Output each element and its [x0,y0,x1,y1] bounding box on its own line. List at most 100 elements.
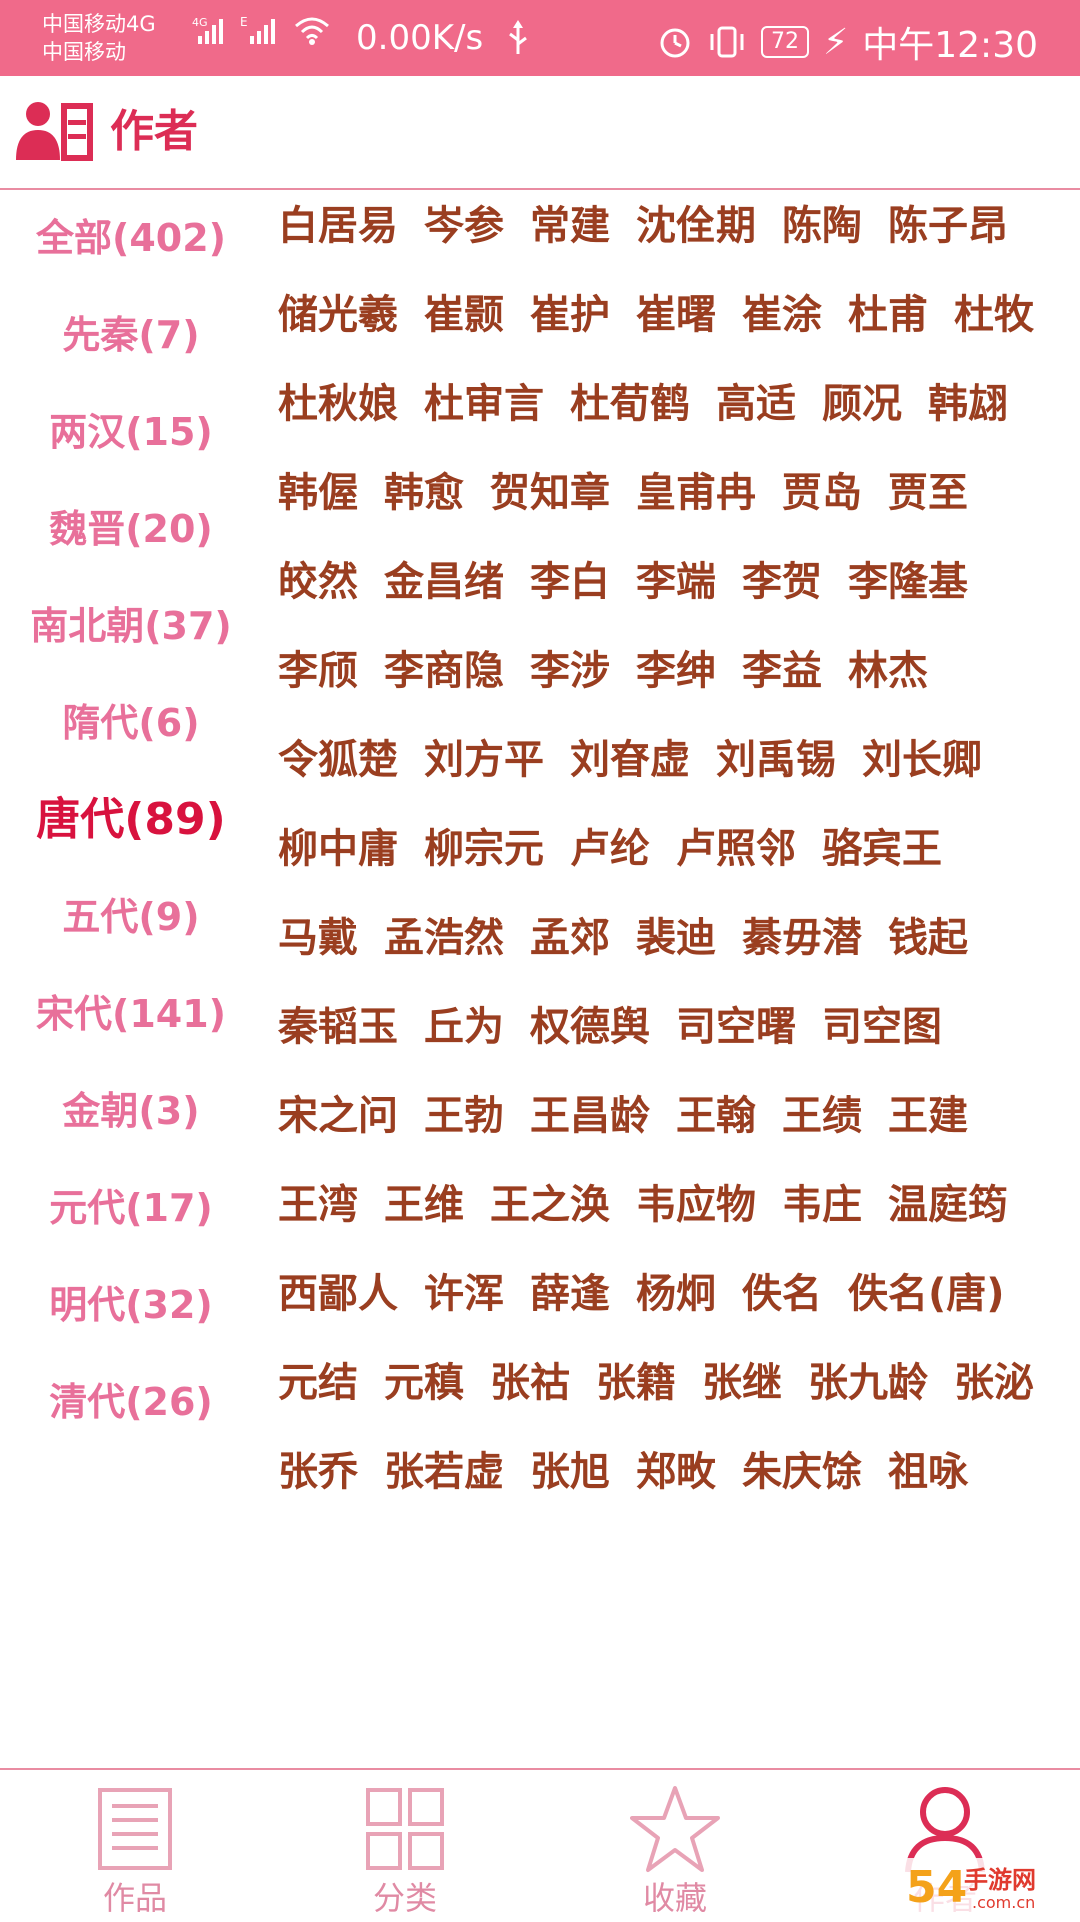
author-item[interactable]: 刘长卿 [862,730,982,790]
author-item[interactable]: 陈子昂 [888,196,1008,256]
author-item[interactable]: 皇甫冉 [636,463,756,523]
nav-works[interactable]: 作品 [0,1770,270,1922]
author-item[interactable]: 王建 [888,1086,968,1146]
author-item[interactable]: 柳中庸 [278,819,398,879]
author-item[interactable]: 岑参 [424,196,504,256]
author-item[interactable]: 林杰 [848,641,928,701]
author-item[interactable]: 柳宗元 [424,819,544,879]
author-item[interactable]: 韩翃 [928,374,1008,434]
author-item[interactable]: 马戴 [278,908,358,968]
author-item[interactable]: 白居易 [278,196,398,256]
author-item[interactable]: 张泌 [954,1353,1034,1413]
author-item[interactable]: 薛逢 [530,1264,610,1324]
author-item[interactable]: 丘为 [424,997,504,1057]
author-item[interactable]: 贾至 [888,463,968,523]
author-item[interactable]: 刘方平 [424,730,544,790]
dynasty-item[interactable]: 宋代(141) [0,984,262,1044]
author-item[interactable]: 张祜 [490,1353,570,1413]
author-item[interactable]: 佚名 [742,1264,822,1324]
dynasty-item[interactable]: 全部(402) [0,208,262,268]
author-item[interactable]: 沈佺期 [636,196,756,256]
author-item[interactable]: 韩偓 [278,463,358,523]
author-item[interactable]: 司空图 [822,997,942,1057]
dynasty-item[interactable]: 五代(9) [0,887,262,947]
author-item[interactable]: 李颀 [278,641,358,701]
author-item[interactable]: 韩愈 [384,463,464,523]
author-item[interactable]: 令狐楚 [278,730,398,790]
author-item[interactable]: 杜秋娘 [278,374,398,434]
author-item[interactable]: 祖咏 [888,1442,968,1502]
author-item[interactable]: 宋之问 [278,1086,398,1146]
author-item[interactable]: 孟浩然 [384,908,504,968]
author-item[interactable]: 王绩 [782,1086,862,1146]
author-item[interactable]: 高适 [716,374,796,434]
author-item[interactable]: 张籍 [596,1353,676,1413]
author-item[interactable]: 杜甫 [848,285,928,345]
dynasty-item[interactable]: 魏晋(20) [0,499,262,559]
author-item[interactable]: 杜荀鹤 [570,374,690,434]
author-item[interactable]: 韦庄 [782,1175,862,1235]
author-item[interactable]: 王之涣 [490,1175,610,1235]
author-item[interactable]: 李端 [636,552,716,612]
author-item[interactable]: 元稹 [384,1353,464,1413]
author-item[interactable]: 王勃 [424,1086,504,1146]
dynasty-item[interactable]: 元代(17) [0,1178,262,1238]
author-item[interactable]: 张旭 [530,1442,610,1502]
author-item[interactable]: 李隆基 [848,552,968,612]
author-item[interactable]: 张若虚 [384,1442,504,1502]
author-item[interactable]: 李白 [530,552,610,612]
author-item[interactable]: 刘眘虚 [570,730,690,790]
author-item[interactable]: 权德舆 [530,997,650,1057]
author-item[interactable]: 刘禹锡 [716,730,836,790]
author-item[interactable]: 张九龄 [808,1353,928,1413]
dynasty-item[interactable]: 清代(26) [0,1372,262,1432]
author-item[interactable]: 顾况 [822,374,902,434]
nav-favorites[interactable]: 收藏 [540,1770,810,1922]
author-item[interactable]: 崔护 [530,285,610,345]
author-item[interactable]: 崔曙 [636,285,716,345]
author-item[interactable]: 綦毋潜 [742,908,862,968]
author-item[interactable]: 孟郊 [530,908,610,968]
dynasty-item[interactable]: 两汉(15) [0,402,262,462]
author-item[interactable]: 张乔 [278,1442,358,1502]
author-item[interactable]: 崔涂 [742,285,822,345]
author-item[interactable]: 骆宾王 [822,819,942,879]
author-item[interactable]: 皎然 [278,552,358,612]
author-item[interactable]: 卢纶 [570,819,650,879]
author-item[interactable]: 杨炯 [636,1264,716,1324]
author-item[interactable]: 储光羲 [278,285,398,345]
author-item[interactable]: 朱庆馀 [742,1442,862,1502]
author-item[interactable]: 杜牧 [954,285,1034,345]
author-item[interactable]: 李益 [742,641,822,701]
dynasty-item[interactable]: 唐代(89) [0,790,262,850]
author-item[interactable]: 王维 [384,1175,464,1235]
author-item[interactable]: 李贺 [742,552,822,612]
author-item[interactable]: 崔颢 [424,285,504,345]
author-item[interactable]: 钱起 [888,908,968,968]
dynasty-item[interactable]: 南北朝(37) [0,596,262,656]
author-item[interactable]: 李商隐 [384,641,504,701]
author-item[interactable]: 司空曙 [676,997,796,1057]
dynasty-item[interactable]: 隋代(6) [0,693,262,753]
author-item[interactable]: 郑畋 [636,1442,716,1502]
author-item[interactable]: 韦应物 [636,1175,756,1235]
author-item[interactable]: 贺知章 [490,463,610,523]
author-item[interactable]: 秦韬玉 [278,997,398,1057]
author-item[interactable]: 贾岛 [782,463,862,523]
author-item[interactable]: 常建 [530,196,610,256]
author-item[interactable]: 王翰 [676,1086,756,1146]
author-item[interactable]: 温庭筠 [888,1175,1008,1235]
author-item[interactable]: 裴迪 [636,908,716,968]
dynasty-item[interactable]: 明代(32) [0,1275,262,1335]
author-item[interactable]: 陈陶 [782,196,862,256]
author-item[interactable]: 李涉 [530,641,610,701]
author-item[interactable]: 杜审言 [424,374,544,434]
author-item[interactable]: 卢照邻 [676,819,796,879]
author-item[interactable]: 王湾 [278,1175,358,1235]
dynasty-item[interactable]: 金朝(3) [0,1081,262,1141]
author-item[interactable]: 李绅 [636,641,716,701]
author-item[interactable]: 佚名(唐) [848,1264,1005,1324]
author-item[interactable]: 西鄙人 [278,1264,398,1324]
author-item[interactable]: 王昌龄 [530,1086,650,1146]
nav-category[interactable]: 分类 [270,1770,540,1922]
